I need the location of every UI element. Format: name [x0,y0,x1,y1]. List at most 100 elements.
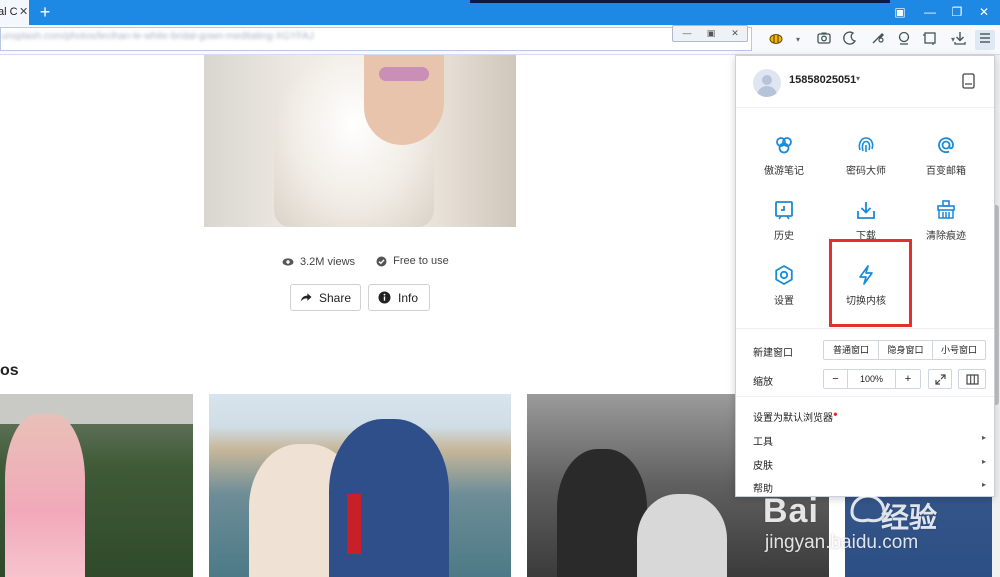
at-sign-icon [938,137,954,154]
zoom-in-button[interactable]: + [896,370,920,388]
account-row[interactable]: 15858025051 ▾ [736,56,994,108]
info-button-label: Info [398,290,419,305]
eye-icon [282,257,294,266]
tab-title: al C [0,6,18,18]
tab-bar: al C ✕ + ▣ — ❐ ✕ [0,0,1000,25]
new-tab-button[interactable]: + [35,2,55,22]
tab-active[interactable]: al C ✕ [0,0,29,25]
menu-item-label: 百变邮箱 [926,166,966,177]
fingerprint-icon [858,137,874,152]
avatar-body [757,86,777,97]
username[interactable]: 15858025051 [789,74,856,86]
menu-item-clear-traces[interactable]: 清除痕迹 [911,199,981,249]
device-sync-icon[interactable] [962,73,975,89]
submenu-arrow-icon: ▸ [981,457,986,466]
screenshot-icon[interactable] [814,30,834,50]
window-close-button[interactable]: ✕ [974,4,994,21]
window-restore-button[interactable]: ❐ [947,4,967,21]
username-caret-icon[interactable]: ▾ [856,74,860,83]
related-photo[interactable] [0,394,193,577]
submenu-arrow-icon: ▸ [981,433,986,442]
menu-item-label: 设置 [774,296,794,307]
page-window-controls: — ▣ ✕ [672,25,748,42]
tools-label: 工具 [753,437,773,448]
url-field[interactable]: unsplash.com/photos/lecihan-le-white-bri… [0,27,752,51]
menu-divider [736,396,994,397]
views-stat: 3.2M views [282,256,355,268]
fullscreen-icon [934,373,946,385]
history-icon [775,201,793,220]
baidu-jingyan-watermark: Bai 经验 jingyan.baidu.com [763,472,1000,577]
column-view-button[interactable] [958,369,986,389]
menu-divider [736,328,994,329]
hero-photo[interactable] [204,55,516,227]
related-photo[interactable] [209,394,511,577]
annotation-highlight-box [829,239,912,327]
tab-close-icon[interactable]: ✕ [19,0,28,25]
menu-item-label: 历史 [774,231,794,242]
menu-item-label: 密码大师 [846,166,886,177]
set-default-label: 设置为默认浏览器 [753,413,833,424]
check-circle-icon [376,256,387,266]
new-window-options: 普通窗口 隐身窗口 小号窗口 [823,340,986,360]
info-button[interactable]: Info [368,284,430,311]
menu-item-label: 傲游笔记 [764,166,804,177]
tools-icon[interactable] [868,30,888,50]
menu-item-history[interactable]: 历史 [749,199,819,249]
dropdown-caret-icon[interactable]: ▾ [788,30,808,50]
zoom-label: 缩放 [753,377,773,388]
gear-icon [775,264,793,286]
photo-subject [637,494,727,577]
photo-detail [347,494,361,554]
download-tray-icon [857,202,875,219]
photo-subject [5,414,85,577]
zoom-value: 100% [848,370,896,388]
menu-item-skins[interactable]: 皮肤 ▸ [753,457,991,473]
views-count: 3.2M views [300,255,356,268]
menu-icon[interactable] [975,30,995,50]
hero-photo-bracelet [379,67,429,81]
night-mode-icon[interactable] [840,30,860,50]
avatar[interactable] [753,69,781,97]
download-icon[interactable] [950,30,970,50]
bee-extension-icon[interactable] [766,30,786,50]
proxy-icon[interactable] [894,30,914,50]
menu-item-notes[interactable]: 傲游笔记 [749,134,819,184]
broom-icon [937,200,955,219]
window-minimize-button[interactable]: — [920,4,940,21]
menu-item-settings[interactable]: 设置 [749,264,819,314]
section-heading: os [0,362,19,379]
avatar-head [762,75,772,85]
new-window-label: 新建窗口 [753,348,793,359]
skins-label: 皮肤 [753,461,773,472]
share-arrow-icon [300,293,312,302]
menu-item-set-default-browser[interactable]: 设置为默认浏览器● [753,409,991,425]
window-sidebar-icon[interactable]: ▣ [890,4,910,21]
columns-icon [965,373,979,385]
crop-icon[interactable] [920,30,940,50]
share-button[interactable]: Share [290,284,361,311]
license-text: Free to use [393,255,449,267]
photo-subject [557,449,647,577]
watermark-brand-latin: Bai [763,492,819,530]
menu-item-password-master[interactable]: 密码大师 [831,134,901,184]
alt-account-window-button[interactable]: 小号窗口 [933,341,985,359]
page-close-button[interactable]: ✕ [723,26,747,41]
menu-item-tools[interactable]: 工具 ▸ [753,433,991,449]
photo-stats: 3.2M views Free to use [282,255,467,270]
tab-bar-banner [470,0,890,3]
menu-item-label: 清除痕迹 [926,231,966,242]
zoom-control: − 100% + [823,369,921,389]
zoom-out-button[interactable]: − [824,370,848,388]
new-badge-dot: ● [833,409,838,419]
incognito-window-button[interactable]: 隐身窗口 [879,341,933,359]
page-minimize-button[interactable]: — [675,26,699,41]
normal-window-button[interactable]: 普通窗口 [824,341,879,359]
notes-icon [776,137,792,154]
menu-item-mailbox[interactable]: 百变邮箱 [911,134,981,184]
page-restore-button[interactable]: ▣ [699,26,723,41]
share-button-label: Share [318,290,351,305]
watermark-url: jingyan.baidu.com [765,532,919,553]
fullscreen-button[interactable] [928,369,952,389]
watermark-brand-cn: 经验 [881,502,938,533]
